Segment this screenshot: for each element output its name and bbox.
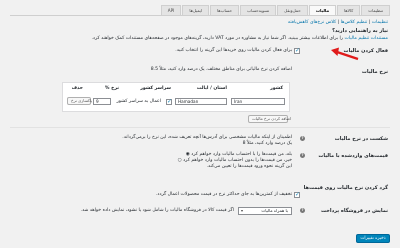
tab-general[interactable]: تنظیمات xyxy=(361,5,390,15)
rounding-checkbox[interactable] xyxy=(294,191,300,198)
chevron-down-icon: ▾ xyxy=(241,208,244,213)
nationwide-checkbox[interactable] xyxy=(166,98,172,105)
help-icon: ? xyxy=(300,136,305,141)
tab-divider xyxy=(10,15,390,16)
add-tax-rate-button[interactable]: اضافه کردن نرخ مالیات xyxy=(248,115,291,123)
tax-rates-table: کشور استان / ایالت سراسر کشور نرخ % حذف … xyxy=(62,82,290,112)
settings-tabs: API ایمیل‌ها حساب‌ها تسویه‌حساب حمل‌ونقل… xyxy=(160,5,390,15)
red-arrow-icon xyxy=(331,47,359,61)
column-delete: حذف xyxy=(71,86,83,91)
display-prices-label: نمایش در فروشگاه پرداخت xyxy=(320,208,388,214)
state-select[interactable]: Hamadan xyxy=(175,98,227,105)
tax-docs-link[interactable]: مستندات تنظیم مالیات xyxy=(344,36,388,41)
column-nationwide: سراسر کشور xyxy=(140,86,171,91)
column-rate: نرخ % xyxy=(104,86,119,91)
tax-rates-description: اضافه کردن نرخ مالیاتی برای مناطق مختلف.… xyxy=(150,67,292,72)
prices-entered-label: قیمت‌های واردشده با مالیات xyxy=(318,153,388,159)
tab-products[interactable]: کالاها xyxy=(337,5,361,15)
help-heading: نیاز به راهنمایی دارید؟ xyxy=(332,28,388,34)
fallback-rate-label: شکست در نرخ مالیات xyxy=(334,136,388,142)
tax-section-links: تنظیمات | تنظیم کلاس‌ها | کلاس نرخ‌های ک… xyxy=(287,20,388,25)
rounding-label: گرد کردن نرخ مالیات روی قیمت‌ها xyxy=(303,185,388,191)
delete-rate-button[interactable]: پاکسازی نرخ xyxy=(67,97,92,105)
tab-tax[interactable]: مالیات xyxy=(308,5,337,15)
section-divider xyxy=(10,127,390,128)
tax-rates-heading: نرخ مالیات xyxy=(361,69,388,75)
enable-taxes-description: برای فعال کردن مالیات روی خریدها این گزی… xyxy=(175,48,292,53)
display-prices-select[interactable]: با همراه مالیات ▾ xyxy=(238,207,292,215)
help-icon: ? xyxy=(300,153,305,158)
tab-shipping[interactable]: حمل‌ونقل xyxy=(277,5,308,15)
rounding-description: تخفیف از کمترین‌ها به جای حداکثر نرخ در … xyxy=(155,192,292,197)
enable-taxes-checkbox[interactable] xyxy=(294,47,300,54)
reduced-rate-link[interactable]: کلاس نرخ‌های کاهش‌یافته xyxy=(288,20,336,25)
save-changes-button[interactable]: ذخیره تغییرات xyxy=(356,234,390,243)
column-state: استان / ایالت xyxy=(196,86,227,91)
standard-rates-link[interactable]: تنظیم کلاس‌ها xyxy=(341,20,368,25)
tax-options-link[interactable]: تنظیمات xyxy=(372,20,388,25)
country-select[interactable]: Iran xyxy=(231,98,285,105)
tab-emails[interactable]: ایمیل‌ها xyxy=(182,5,210,15)
prices-entered-note: این گزینه نحوه ورود قیمت‌ها را تعیین می‌… xyxy=(206,164,292,169)
column-country: کشور xyxy=(270,86,283,91)
display-prices-description: اگر قیمت کالا در فروشگاه مالیات را شامل … xyxy=(80,208,234,213)
tab-accounts[interactable]: حساب‌ها xyxy=(210,5,240,15)
tab-api[interactable]: API xyxy=(160,5,182,15)
tab-checkout[interactable]: تسویه‌حساب xyxy=(240,5,277,15)
nationwide-label: اعمال به سراسر کشور xyxy=(116,99,161,104)
help-icon: ? xyxy=(300,208,305,213)
rate-input[interactable]: 9 xyxy=(93,98,111,105)
fallback-rate-note: یک درصد وارد کنید، مثلاً 8 xyxy=(242,141,292,146)
help-text: مستندات تنظیم مالیات را برای اطلاعات بیش… xyxy=(91,36,388,41)
